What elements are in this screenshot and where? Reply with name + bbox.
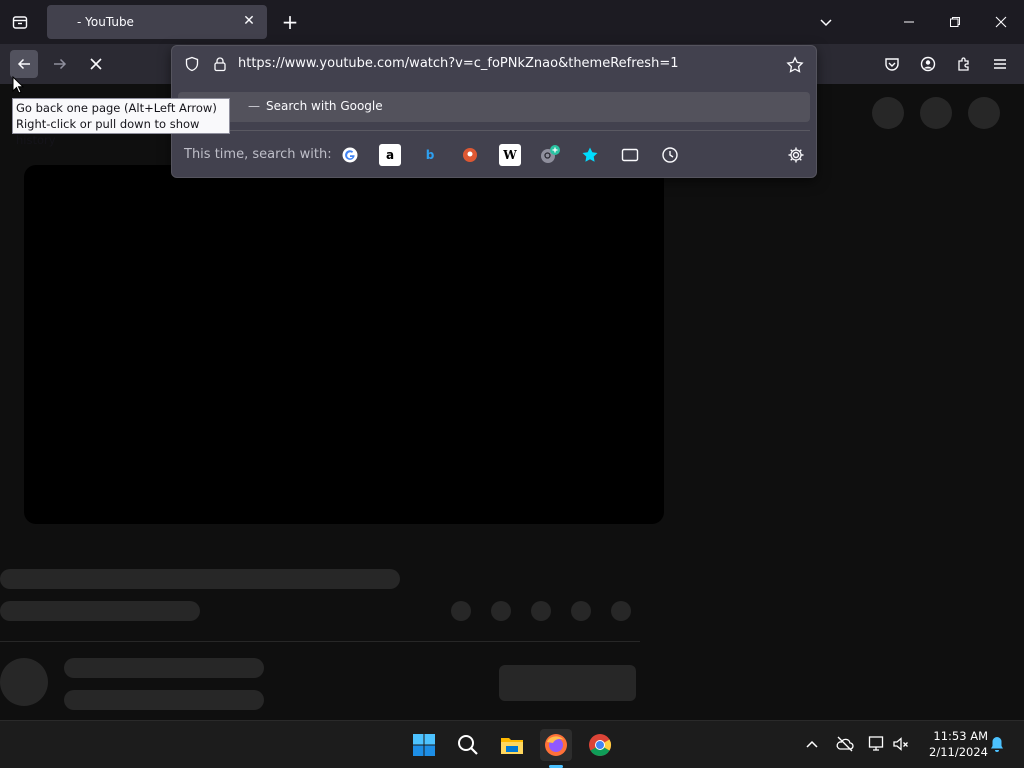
tray-chevron-up-icon[interactable] <box>804 737 820 757</box>
header-placeholder-circle <box>968 97 1000 129</box>
header-placeholder-circle <box>920 97 952 129</box>
subscribe-button-placeholder <box>499 665 636 701</box>
forward-button[interactable] <box>46 50 74 78</box>
tab-overflow-chevron-icon[interactable] <box>803 0 849 44</box>
action-placeholder-circle <box>491 601 511 621</box>
action-placeholder-circle <box>531 601 551 621</box>
tooltip-line-1: Go back one page (Alt+Left Arrow) <box>16 101 217 115</box>
account-icon <box>920 56 936 72</box>
mouse-cursor-icon <box>12 75 25 98</box>
hamburger-menu-icon <box>994 59 1006 69</box>
chrome-taskbar-icon[interactable] <box>584 729 616 761</box>
pocket-button[interactable] <box>878 50 906 78</box>
windows-start-icon[interactable] <box>408 729 440 761</box>
subtitle-placeholder <box>0 601 200 621</box>
google-engine-icon[interactable] <box>339 144 361 166</box>
back-button[interactable] <box>10 50 38 78</box>
volume-muted-icon[interactable] <box>892 735 910 757</box>
channel-name-placeholder <box>64 658 264 678</box>
back-button-tooltip: Go back one page (Alt+Left Arrow) Right-… <box>12 98 230 147</box>
bookmarks-search-icon[interactable] <box>579 144 601 166</box>
clock-time: 11:53 AM <box>933 729 988 743</box>
puzzle-icon <box>958 57 969 71</box>
urlbar-input-row[interactable]: https://www.youtube.com/watch?v=c_foPNkZ… <box>172 46 816 84</box>
forward-arrow-icon <box>54 58 67 70</box>
bing-engine-icon[interactable]: b <box>419 144 441 166</box>
action-placeholder-circle <box>611 601 631 621</box>
divider <box>0 641 640 642</box>
clock-date: 2/11/2024 <box>929 745 988 759</box>
lock-icon[interactable] <box>212 56 228 76</box>
channel-avatar-placeholder <box>0 658 48 706</box>
extensions-button[interactable] <box>950 50 978 78</box>
channel-info-placeholder <box>64 690 264 710</box>
stop-icon <box>90 58 102 70</box>
urlbar-dropdown: https://www.youtube.com/watch?v=c_foPNkZ… <box>171 45 817 178</box>
history-search-icon[interactable] <box>659 144 681 166</box>
minimize-button[interactable] <box>886 0 932 44</box>
search-suggestion-row[interactable]: re — Search with Google <box>178 92 810 122</box>
firefox-taskbar-icon[interactable] <box>540 729 572 761</box>
new-tab-button[interactable]: + <box>278 9 302 35</box>
close-window-button[interactable] <box>978 0 1024 44</box>
header-placeholder-circle <box>872 97 904 129</box>
action-placeholder-circle <box>451 601 471 621</box>
wikipedia-engine-icon[interactable]: W <box>499 144 521 166</box>
network-icon[interactable] <box>868 735 886 757</box>
windows-taskbar: 11:53 AM 2/11/2024 <box>0 720 1024 768</box>
suggestion-dash: — <box>248 99 260 113</box>
search-with-label: This time, search with: <box>184 147 332 162</box>
separator <box>178 130 810 131</box>
back-arrow-icon <box>17 58 30 70</box>
pocket-icon <box>885 58 899 71</box>
account-button[interactable] <box>914 50 942 78</box>
url-input[interactable]: https://www.youtube.com/watch?v=c_foPNkZ… <box>238 56 678 71</box>
tooltip-line-2: Right-click or pull down to show history <box>16 117 200 147</box>
search-settings-gear-icon[interactable] <box>785 144 807 166</box>
taskbar-clock[interactable]: 11:53 AM 2/11/2024 <box>918 728 988 760</box>
tab-list-icon[interactable] <box>6 10 34 34</box>
duckduckgo-engine-icon[interactable] <box>459 144 481 166</box>
stop-loading-button[interactable] <box>82 50 110 78</box>
restore-button[interactable] <box>932 0 978 44</box>
tabs-search-icon[interactable] <box>619 144 641 166</box>
add-search-engine-icon[interactable] <box>539 144 561 166</box>
tracking-protection-shield-icon[interactable] <box>184 56 200 76</box>
notification-bell-icon[interactable] <box>988 735 1006 757</box>
video-player-placeholder[interactable] <box>24 165 664 524</box>
title-placeholder <box>0 569 400 589</box>
search-icon[interactable] <box>452 729 484 761</box>
tab-title: - YouTube <box>77 15 134 29</box>
action-placeholder-circle <box>571 601 591 621</box>
tab-close-button[interactable]: ✕ <box>239 11 259 31</box>
bookmark-star-icon[interactable] <box>786 56 804 78</box>
tab-youtube[interactable]: - YouTube ✕ <box>47 5 267 39</box>
amazon-engine-icon[interactable]: a <box>379 144 401 166</box>
onedrive-offline-icon[interactable] <box>836 735 854 757</box>
file-explorer-icon[interactable] <box>496 729 528 761</box>
tab-strip: - YouTube ✕ + <box>0 0 1024 44</box>
menu-button[interactable] <box>986 50 1014 78</box>
suggestion-action: Search with Google <box>266 99 383 113</box>
